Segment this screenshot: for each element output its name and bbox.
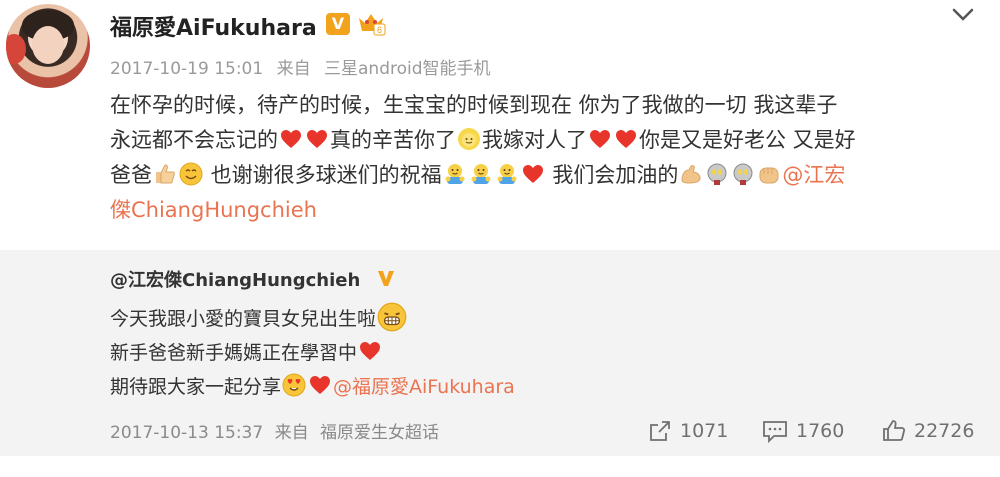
heart-icon xyxy=(305,127,329,151)
text-segment: 爸爸 xyxy=(110,163,152,187)
chevron-down-icon[interactable] xyxy=(948,2,978,26)
repost-author-name[interactable]: @江宏傑ChiangHungchieh xyxy=(110,266,360,292)
repost-line-3: 期待跟大家一起分享 @福原愛AiFukuhara xyxy=(110,370,515,404)
comment-count: 1760 xyxy=(796,420,845,442)
share-arrow-icon xyxy=(650,421,670,441)
verified-vip-icon: V xyxy=(326,13,350,35)
post-line-1: 在怀孕的时候，待产的时候，生宝宝的时候到现在 你为了我做的一切 我这辈子 xyxy=(110,93,838,117)
repost-count: 1071 xyxy=(680,420,729,442)
mention-link[interactable]: @福原愛AiFukuhara xyxy=(333,376,515,398)
comment-button[interactable]: 1760 xyxy=(762,418,844,444)
reposted-weibo[interactable]: @江宏傑ChiangHungchieh 今天我跟小愛的寶貝女兒出生啦 新手爸爸新… xyxy=(0,250,1000,456)
text-segment: 也谢谢很多球迷们的祝福 xyxy=(204,163,442,187)
heart-icon xyxy=(308,373,332,397)
user-avatar[interactable] xyxy=(6,4,90,88)
flower-face-icon xyxy=(457,127,481,151)
svg-text:6: 6 xyxy=(377,25,382,35)
robot-icon xyxy=(731,162,755,186)
text-segment: 永远都不会忘记的 xyxy=(110,128,278,152)
comment-icon xyxy=(763,421,787,443)
fist-icon xyxy=(757,162,781,186)
heart-eyes-icon xyxy=(282,373,306,397)
text-segment: 我们会加油的 xyxy=(545,163,679,187)
heart-icon xyxy=(279,127,303,151)
repost-button[interactable]: 1071 xyxy=(648,418,728,444)
text-segment: 期待跟大家一起分享 xyxy=(110,376,282,398)
text-segment: 今天我跟小愛的寶貝女兒出生啦 xyxy=(110,308,377,330)
grin-icon xyxy=(377,302,407,332)
repost-meta: 2017-10-13 15:37 来自 福原爱生女超话 xyxy=(110,418,445,443)
repost-source-prefix: 来自 xyxy=(274,423,309,443)
heart-icon xyxy=(588,127,612,151)
thumbs-up-outline-icon xyxy=(883,420,906,441)
post-author-name[interactable]: 福原愛AiFukuhara xyxy=(110,10,317,42)
mention-link[interactable]: @江宏 xyxy=(782,163,845,187)
text-segment: 你是又是好老公 又是好 xyxy=(639,128,856,152)
heart-icon xyxy=(614,127,638,151)
like-count: 22726 xyxy=(914,420,975,442)
post-timestamp[interactable]: 2017-10-19 15:01 xyxy=(110,59,263,79)
heart-icon xyxy=(521,162,545,186)
repost-line-2: 新手爸爸新手媽媽正在學習中 xyxy=(110,336,515,370)
repost-timestamp[interactable]: 2017-10-13 15:37 xyxy=(110,423,263,443)
post-line-3: 爸爸 也谢谢很多球迷们的祝福 我们会加油的 @江宏 xyxy=(110,158,990,193)
hug-icon xyxy=(495,162,519,186)
text-segment: 我嫁对人了 xyxy=(482,128,587,152)
thumbs-up-icon xyxy=(153,162,177,186)
post-line-2: 永远都不会忘记的 真的辛苦你了 我嫁对人了 你是又是好老公 又是好 xyxy=(110,123,990,158)
text-segment: 新手爸爸新手媽媽正在學習中 xyxy=(110,342,358,364)
post-source-prefix: 来自 xyxy=(276,59,311,79)
verified-v-icon xyxy=(378,271,394,286)
like-button[interactable]: 22726 xyxy=(882,418,974,444)
mention-link-continued[interactable]: 傑ChiangHungchieh xyxy=(110,193,990,228)
hug-icon xyxy=(443,162,467,186)
weibo-post: 福原愛AiFukuhara V 6 2017-10-19 15:01 来自 三星… xyxy=(0,0,1000,250)
member-crown-icon: 6 xyxy=(359,14,386,36)
heart-icon xyxy=(358,339,382,363)
text-segment: 真的辛苦你了 xyxy=(330,128,456,152)
post-meta: 2017-10-19 15:01 来自 三星android智能手机 xyxy=(110,54,499,79)
repost-content: 今天我跟小愛的寶貝女兒出生啦 新手爸爸新手媽媽正在學習中 期待跟大家一起分享 @福… xyxy=(110,302,515,404)
smile-icon xyxy=(179,162,203,186)
repost-line-1: 今天我跟小愛的寶貝女兒出生啦 xyxy=(110,302,515,336)
hug-icon xyxy=(469,162,493,186)
repost-source[interactable]: 福原爱生女超话 xyxy=(320,423,439,443)
muscle-icon xyxy=(679,162,703,186)
bottom-spacer xyxy=(0,456,1000,477)
post-content: 在怀孕的时候，待产的时候，生宝宝的时候到现在 你为了我做的一切 我这辈子 永远都… xyxy=(110,88,990,228)
post-source[interactable]: 三星android智能手机 xyxy=(324,59,491,79)
robot-icon xyxy=(705,162,729,186)
